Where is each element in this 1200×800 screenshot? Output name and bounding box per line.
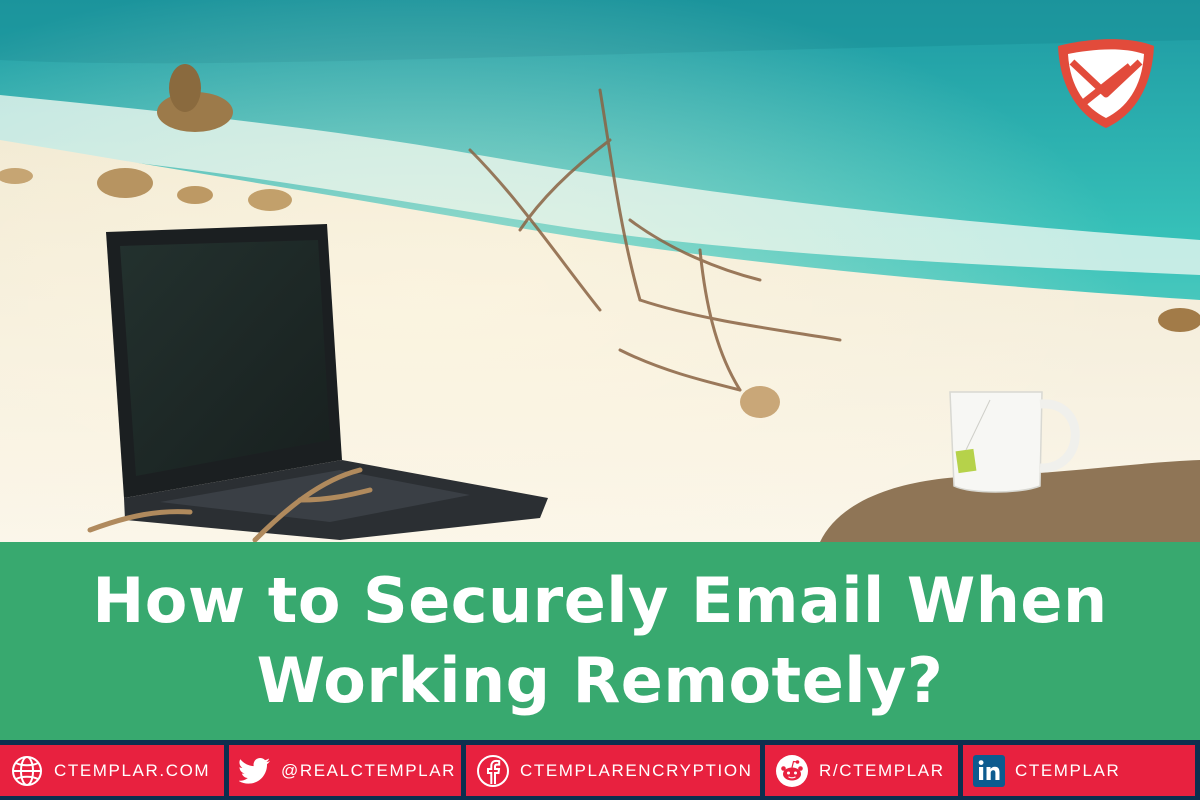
linkedin-link[interactable]: CTEMPLAR bbox=[963, 745, 1195, 796]
reddit-icon bbox=[775, 754, 809, 788]
linkedin-icon bbox=[973, 754, 1005, 787]
title-band: How to Securely Email When Working Remot… bbox=[0, 542, 1200, 740]
twitter-label: @REALCTEMPLAR bbox=[281, 760, 457, 780]
globe-icon bbox=[10, 754, 44, 788]
website-link[interactable]: CTEMPLAR.COM bbox=[0, 745, 224, 796]
facebook-label: CTEMPLARENCRYPTION bbox=[520, 760, 753, 780]
hero-photo bbox=[0, 0, 1200, 542]
linkedin-label: CTEMPLAR bbox=[1015, 760, 1121, 780]
reddit-label: R/CTEMPLAR bbox=[819, 760, 945, 780]
social-footer: CTEMPLAR.COM @REALCTEMPLAR CTEMPLARENCRY… bbox=[0, 740, 1200, 800]
page-title-line-2: Working Remotely? bbox=[256, 644, 944, 717]
reddit-link[interactable]: R/CTEMPLAR bbox=[765, 745, 958, 796]
facebook-icon bbox=[476, 754, 510, 788]
twitter-link[interactable]: @REALCTEMPLAR bbox=[229, 745, 461, 796]
banner: How to Securely Email When Working Remot… bbox=[0, 0, 1200, 800]
page-title-line-1: How to Securely Email When bbox=[92, 564, 1108, 637]
website-label: CTEMPLAR.COM bbox=[54, 760, 211, 780]
twitter-icon bbox=[239, 757, 271, 785]
facebook-link[interactable]: CTEMPLARENCRYPTION bbox=[466, 745, 760, 796]
